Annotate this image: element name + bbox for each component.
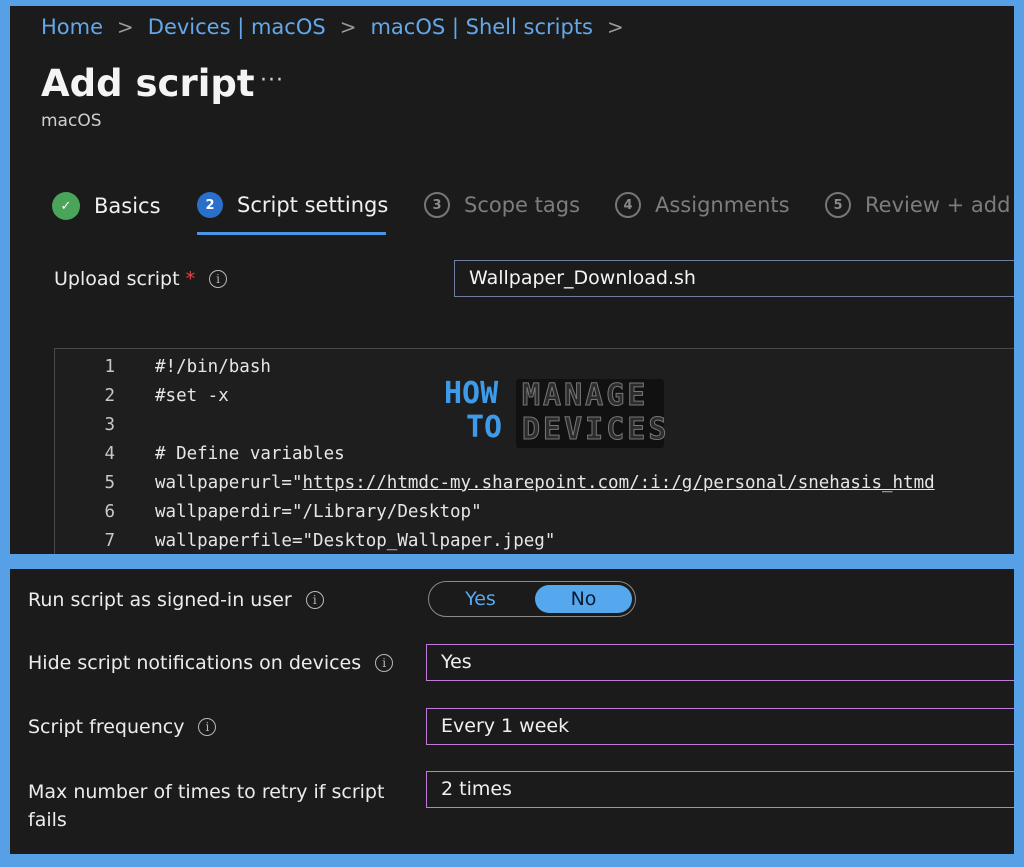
upload-script-label: Upload script * i (54, 268, 228, 290)
logo-text-to: TO (466, 410, 503, 445)
breadcrumb-home[interactable]: Home (41, 15, 103, 39)
hide-notifications-select[interactable]: Yes (426, 644, 1014, 681)
chevron-right-icon: > (117, 15, 134, 39)
code-text: #set -x (155, 385, 229, 406)
code-text: wallpaperdir="/Library/Desktop" (155, 501, 482, 522)
label-text-line1: Max number of times to retry if script (28, 781, 385, 803)
script-settings-panel: Home > Devices | macOS > macOS | Shell s… (10, 6, 1014, 554)
breadcrumb-shell-scripts[interactable]: macOS | Shell scripts (370, 15, 593, 39)
script-frequency-label: Script frequency i (28, 716, 217, 738)
run-settings-panel: Run script as signed-in user i Yes No Hi… (10, 569, 1014, 854)
page-subtitle: macOS (41, 111, 102, 131)
tab-label: Script settings (237, 193, 389, 217)
chevron-right-icon: > (339, 15, 357, 39)
label-text-line2: fails (28, 809, 67, 831)
chevron-right-icon: > (607, 15, 624, 39)
info-icon[interactable]: i (198, 718, 217, 736)
info-icon[interactable]: i (209, 270, 228, 288)
info-icon[interactable]: i (375, 654, 394, 672)
line-number: 7 (104, 530, 115, 551)
upload-script-field[interactable]: Wallpaper_Download.sh (454, 260, 1014, 297)
step-number-badge: 4 (615, 192, 641, 218)
tab-label: Review + add (865, 193, 1011, 217)
more-options-icon[interactable]: ··· (260, 68, 284, 93)
code-line: 7 wallpaperfile="Desktop_Wallpaper.jpeg" (55, 526, 555, 554)
logo-text-how: HOW (444, 376, 499, 411)
wallpaper-url-link[interactable]: https://htmdc-my.sharepoint.com/:i:/g/pe… (303, 473, 935, 493)
page-title: Add script (41, 62, 255, 105)
logo-text-devices: DEVICES (521, 412, 670, 448)
label-text: Script frequency (28, 716, 185, 738)
code-line: 6 wallpaperdir="/Library/Desktop" (55, 497, 481, 526)
tab-label: Scope tags (464, 193, 581, 217)
code-line: 3 (55, 410, 115, 439)
label-text: Run script as signed-in user (28, 589, 292, 611)
code-text: #!/bin/bash (155, 356, 271, 377)
line-number: 6 (104, 501, 115, 522)
code-text: wallpaperfile="Desktop_Wallpaper.jpeg" (155, 530, 556, 551)
step-number-badge: 5 (825, 192, 851, 218)
step-number-badge: 2 (197, 192, 223, 218)
label-text: Hide script notifications on devices (28, 652, 362, 674)
retry-count-select[interactable]: 2 times (426, 771, 1014, 808)
run-as-user-label: Run script as signed-in user i (28, 589, 324, 611)
logo-text-manage: MANAGE (521, 378, 649, 414)
tab-basics[interactable]: ✓ Basics (52, 192, 161, 220)
wizard-steps: ✓ Basics 2 Script settings 3 Scope tags … (52, 192, 1014, 238)
active-tab-indicator (197, 232, 386, 235)
tab-label: Assignments (655, 193, 790, 217)
line-number: 4 (104, 443, 115, 464)
breadcrumb-devices-macos[interactable]: Devices | macOS (148, 15, 326, 39)
line-number: 2 (104, 385, 115, 406)
info-icon[interactable]: i (305, 591, 324, 609)
code-line: 5 wallpaperurl="https://htmdc-my.sharepo… (55, 468, 934, 497)
breadcrumb: Home > Devices | macOS > macOS | Shell s… (41, 15, 638, 39)
tab-script-settings[interactable]: 2 Script settings (197, 192, 388, 218)
tab-label: Basics (94, 194, 161, 218)
code-text: wallpaperurl="https://htmdc-my.sharepoin… (155, 472, 935, 493)
checkmark-icon: ✓ (52, 192, 80, 220)
retry-label: Max number of times to retry if script f… (28, 778, 384, 834)
run-as-user-toggle[interactable]: Yes No (428, 581, 636, 617)
required-marker: * (185, 268, 196, 290)
line-number: 5 (104, 472, 115, 493)
tab-review-add[interactable]: 5 Review + add (825, 192, 1010, 218)
toggle-option-yes[interactable]: Yes (432, 585, 529, 613)
tab-scope-tags[interactable]: 3 Scope tags (424, 192, 580, 218)
label-text: Upload script (54, 268, 180, 290)
code-line: 4 # Define variables (55, 439, 344, 468)
how-to-manage-devices-logo: HOW TO MANAGE DEVICES (440, 376, 670, 456)
tab-assignments[interactable]: 4 Assignments (615, 192, 790, 218)
toggle-option-no[interactable]: No (535, 585, 632, 613)
script-frequency-select[interactable]: Every 1 week (426, 708, 1014, 745)
line-number: 1 (104, 356, 115, 377)
code-line: 2 #set -x (55, 381, 228, 410)
code-line: 1 #!/bin/bash (55, 352, 270, 381)
line-number: 3 (104, 414, 115, 435)
hide-notifications-label: Hide script notifications on devices i (28, 652, 394, 674)
code-text: # Define variables (155, 443, 345, 464)
step-number-badge: 3 (424, 192, 450, 218)
